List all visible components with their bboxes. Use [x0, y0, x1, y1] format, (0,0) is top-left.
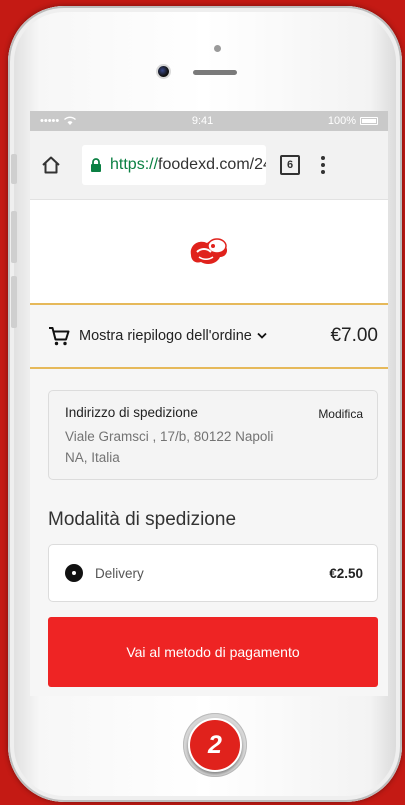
order-summary-toggle[interactable]: Mostra riepilogo dell'ordine €7.00 — [30, 305, 388, 369]
order-total: €7.00 — [330, 325, 378, 346]
order-summary-label: Mostra riepilogo dell'ordine — [79, 328, 252, 344]
proximity-sensor — [214, 45, 221, 52]
phone-screen: ••••• 9:41 100% https://foodexd.com/24 6 — [30, 111, 388, 696]
status-left: ••••• — [40, 115, 77, 127]
signal-dots: ••••• — [40, 115, 60, 127]
volume-down-button — [11, 276, 17, 328]
checkout-content: Indirizzo di spedizione Modifica Viale G… — [30, 369, 388, 696]
status-time: 9:41 — [191, 115, 214, 127]
address-text: Viale Gramsci , 17/b, 80122 Napoli NA, I… — [65, 426, 363, 468]
shipping-method-heading: Modalità di spedizione — [48, 509, 237, 530]
status-bar: ••••• 9:41 100% — [30, 111, 388, 131]
tabs-icon[interactable]: 6 — [280, 155, 300, 175]
shipping-method-option[interactable]: Delivery €2.50 — [48, 544, 378, 602]
shipping-radio[interactable] — [65, 564, 83, 582]
edit-address-link[interactable]: Modifica — [318, 407, 363, 421]
shipping-method-price: €2.50 — [329, 565, 363, 581]
address-bar[interactable]: https://foodexd.com/24 — [82, 145, 266, 185]
cart-icon — [49, 327, 70, 346]
chevron-down-icon — [257, 332, 267, 339]
home-icon[interactable] — [38, 152, 64, 178]
status-right: 100% — [328, 115, 378, 127]
store-logo — [190, 237, 228, 264]
wifi-icon — [64, 116, 77, 125]
front-camera — [158, 66, 169, 77]
earpiece-speaker — [193, 70, 237, 75]
browser-toolbar: https://foodexd.com/24 6 — [30, 131, 388, 200]
continue-to-payment-button[interactable]: Vai al metodo di pagamento — [48, 617, 378, 687]
store-logo-area — [30, 200, 388, 305]
address-line-1: Viale Gramsci , 17/b, 80122 Napoli — [65, 429, 274, 444]
url-text: foodexd.com/24 — [158, 156, 266, 173]
battery-icon — [359, 117, 378, 125]
shipping-address-card: Indirizzo di spedizione Modifica Viale G… — [48, 390, 378, 480]
step-badge: 2 — [188, 718, 242, 772]
mute-switch — [11, 154, 17, 184]
shipping-method-name: Delivery — [95, 565, 144, 581]
url-scheme: https:// — [110, 156, 159, 173]
volume-up-button — [11, 211, 17, 263]
battery-percent: 100% — [327, 115, 356, 127]
phone-home-button: 2 — [183, 713, 247, 777]
address-line-2: NA, Italia — [65, 450, 120, 465]
menu-icon[interactable] — [320, 156, 326, 174]
lock-icon — [91, 158, 101, 172]
